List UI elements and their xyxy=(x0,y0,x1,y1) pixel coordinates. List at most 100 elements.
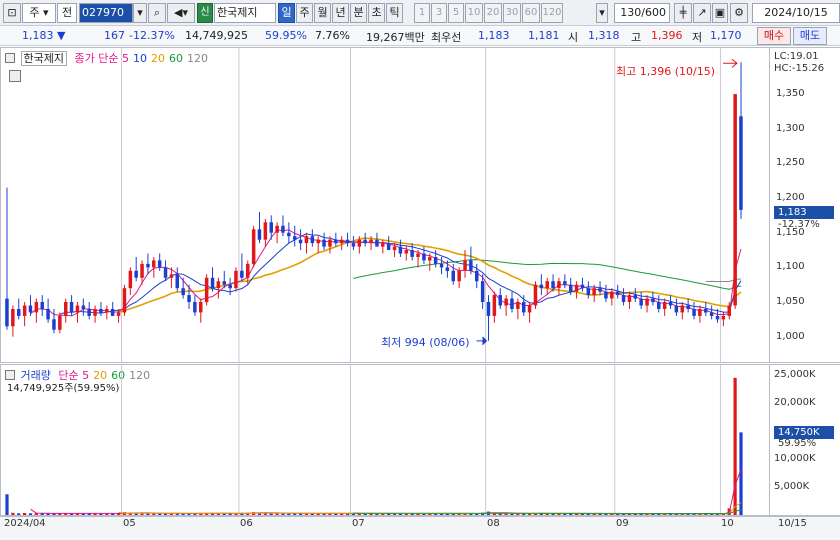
candle[interactable] xyxy=(604,291,608,299)
candle[interactable] xyxy=(721,315,726,320)
candle[interactable] xyxy=(334,239,338,244)
candle[interactable] xyxy=(234,270,238,289)
candle[interactable] xyxy=(715,315,720,320)
candle[interactable] xyxy=(527,305,532,313)
candle[interactable] xyxy=(351,243,356,247)
candle[interactable] xyxy=(398,246,403,254)
period-tab-1[interactable]: 주 xyxy=(296,3,313,23)
candle[interactable] xyxy=(46,309,50,320)
candle[interactable] xyxy=(392,246,397,251)
candle[interactable] xyxy=(128,270,133,289)
candle[interactable] xyxy=(680,305,685,313)
candle[interactable] xyxy=(275,225,279,233)
candle[interactable] xyxy=(17,309,21,316)
candle[interactable] xyxy=(645,298,649,306)
candle[interactable] xyxy=(480,281,485,302)
candle[interactable] xyxy=(533,284,538,306)
candle[interactable] xyxy=(621,295,626,302)
candle[interactable] xyxy=(169,274,174,278)
interval-tab-3[interactable]: 3 xyxy=(431,3,447,23)
period-tab-3[interactable]: 년 xyxy=(332,3,349,23)
candle[interactable] xyxy=(157,260,162,268)
candle[interactable] xyxy=(522,302,526,313)
candle[interactable] xyxy=(216,281,221,289)
candle[interactable] xyxy=(739,116,743,210)
volume-bar[interactable] xyxy=(28,513,33,515)
candle[interactable] xyxy=(557,281,561,289)
draw-tool-icon[interactable]: ↗ xyxy=(693,3,711,23)
candle[interactable] xyxy=(357,239,362,247)
candle[interactable] xyxy=(11,309,15,327)
candle[interactable] xyxy=(322,239,326,247)
candle[interactable] xyxy=(668,302,673,306)
candle[interactable] xyxy=(704,309,708,313)
candle[interactable] xyxy=(592,288,596,296)
candle[interactable] xyxy=(615,291,620,296)
volume-bar[interactable] xyxy=(23,513,27,515)
interval-tab-1[interactable]: 1 xyxy=(414,3,430,23)
candle[interactable] xyxy=(163,267,168,278)
candle[interactable] xyxy=(416,253,420,258)
candle[interactable] xyxy=(257,229,262,240)
candle[interactable] xyxy=(375,239,379,247)
candle[interactable] xyxy=(551,281,555,289)
candle[interactable] xyxy=(146,263,150,268)
candle[interactable] xyxy=(87,309,91,316)
candle[interactable] xyxy=(152,260,156,268)
candle[interactable] xyxy=(539,284,544,289)
bar-count[interactable]: 130/600 xyxy=(614,3,670,23)
candle[interactable] xyxy=(110,309,115,316)
candle[interactable] xyxy=(486,302,491,316)
candle[interactable] xyxy=(569,284,573,292)
candle[interactable] xyxy=(433,257,438,264)
gear-icon[interactable]: ⚙ xyxy=(730,3,748,23)
candle[interactable] xyxy=(210,277,215,289)
candle[interactable] xyxy=(328,239,332,247)
candle[interactable] xyxy=(381,243,385,247)
candle[interactable] xyxy=(69,302,74,313)
candle[interactable] xyxy=(204,277,209,303)
candle[interactable] xyxy=(293,236,297,240)
sell-button[interactable]: 매도 xyxy=(793,27,827,45)
candle[interactable] xyxy=(240,270,244,278)
candle[interactable] xyxy=(269,222,274,233)
candle[interactable] xyxy=(586,288,591,296)
price-axis[interactable]: LC:19.01 HC:-15.26 1,350 1,300 1,250 1,200 1… xyxy=(770,47,840,363)
candle[interactable] xyxy=(492,295,497,316)
candle[interactable] xyxy=(310,236,315,244)
candle[interactable] xyxy=(122,288,127,313)
candle[interactable] xyxy=(451,270,456,282)
candle[interactable] xyxy=(52,319,56,330)
candle[interactable] xyxy=(222,281,227,285)
candle[interactable] xyxy=(28,305,33,313)
candle[interactable] xyxy=(692,309,696,316)
candle[interactable] xyxy=(99,309,103,313)
candle[interactable] xyxy=(181,288,185,296)
candle[interactable] xyxy=(574,284,579,292)
candle[interactable] xyxy=(304,236,309,244)
candle[interactable] xyxy=(504,298,508,306)
candle[interactable] xyxy=(445,267,450,271)
candle[interactable] xyxy=(105,309,109,313)
interval-tab-30[interactable]: 30 xyxy=(503,3,521,23)
candle[interactable] xyxy=(246,263,250,278)
period-tab-4[interactable]: 분 xyxy=(350,3,367,23)
candle[interactable] xyxy=(251,229,256,264)
candle[interactable] xyxy=(610,291,614,299)
candle[interactable] xyxy=(475,270,479,282)
candle[interactable] xyxy=(563,281,567,285)
search-icon[interactable]: ⌕ xyxy=(148,3,166,23)
candle[interactable] xyxy=(140,263,144,278)
date-field[interactable]: 2024/10/15 xyxy=(752,3,840,23)
period-tab-6[interactable]: 틱 xyxy=(386,3,403,23)
candle[interactable] xyxy=(657,302,661,309)
interval-tab-20[interactable]: 20 xyxy=(484,3,502,23)
candle[interactable] xyxy=(733,94,737,306)
candle[interactable] xyxy=(727,305,732,316)
candle[interactable] xyxy=(116,312,121,316)
candle[interactable] xyxy=(22,305,27,316)
candle[interactable] xyxy=(281,225,285,233)
period-tab-0[interactable]: 일 xyxy=(278,3,295,23)
volume-bar[interactable] xyxy=(5,494,9,515)
save-icon[interactable]: ▣ xyxy=(712,3,728,23)
